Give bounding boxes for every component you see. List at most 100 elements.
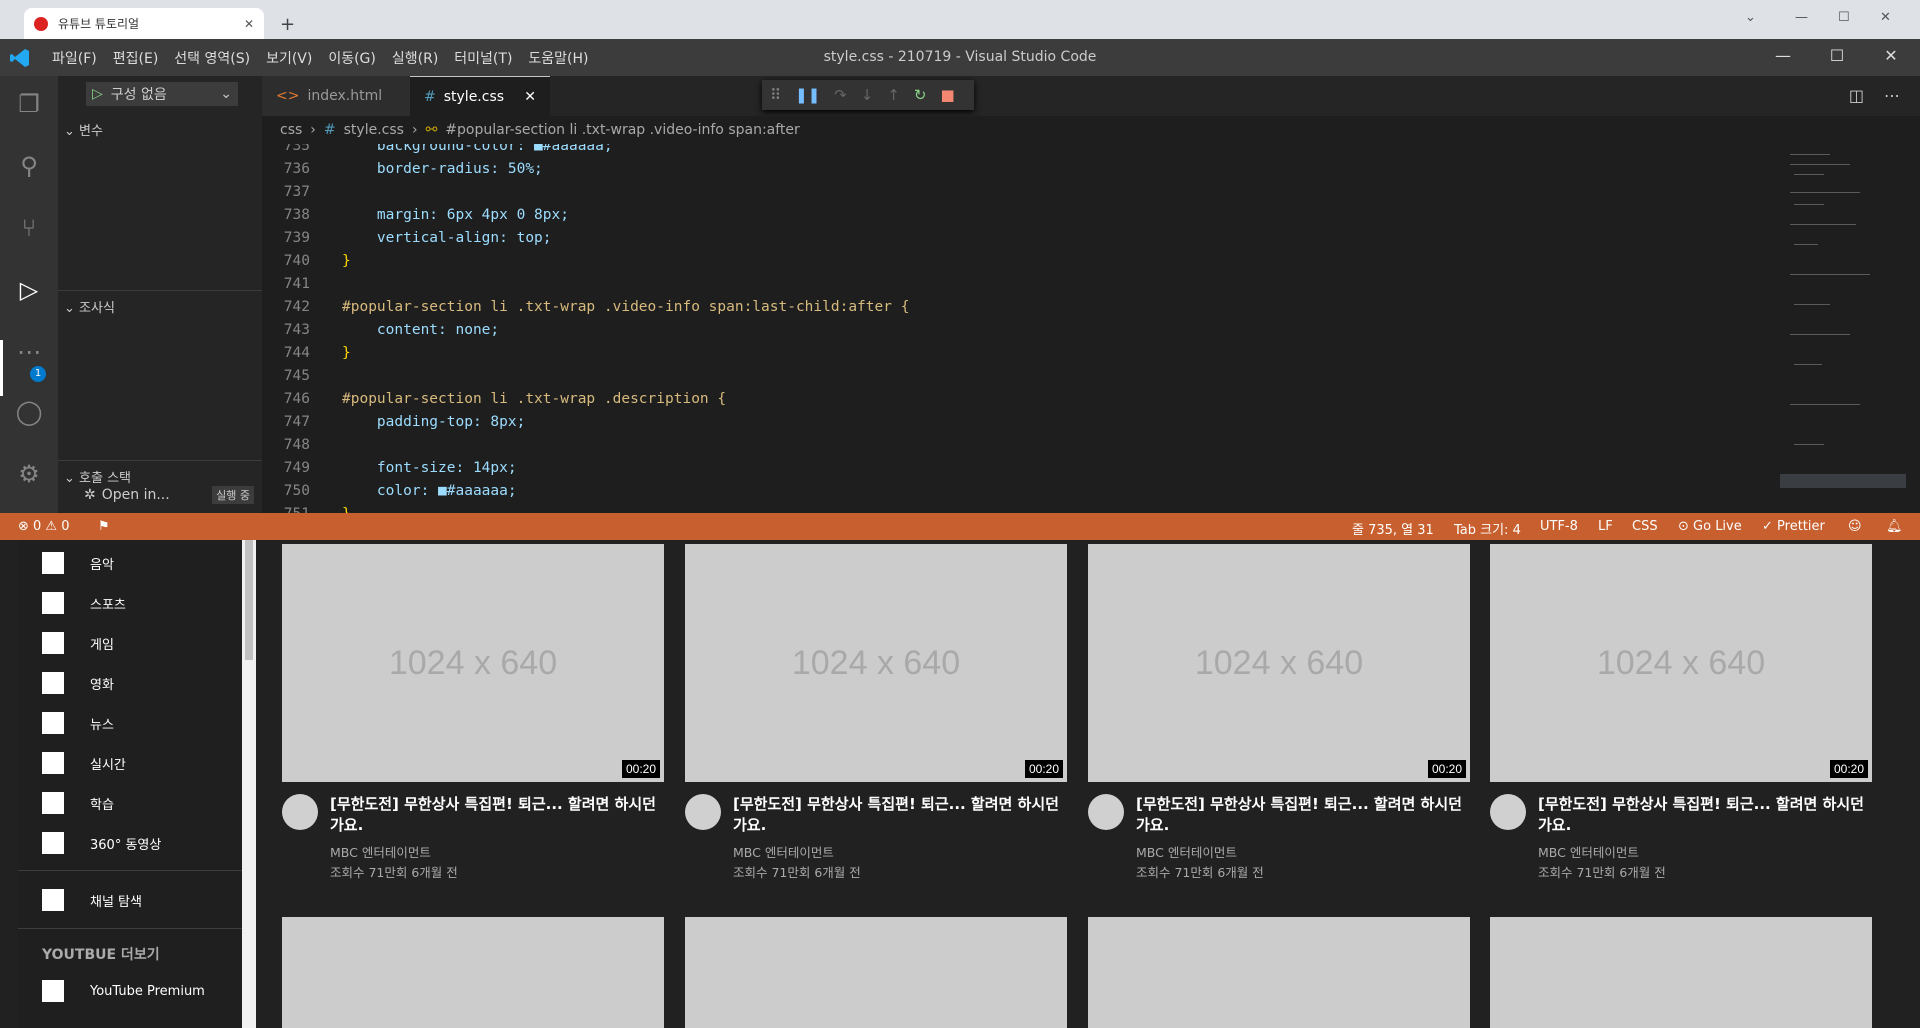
video-thumbnail[interactable]: 1024 x 640 00:20 bbox=[282, 544, 664, 782]
chevron-down-icon[interactable]: ⌄ bbox=[1745, 10, 1756, 25]
browser-tab-strip: 유튜브 튜토리얼 ✕ + ⌄ — ☐ ✕ bbox=[0, 0, 1920, 39]
channel-name[interactable]: MBC 엔터테이먼트 bbox=[330, 842, 431, 861]
sidebar-item-browse-channels[interactable]: 채널 탐색 bbox=[42, 887, 232, 913]
sidebar-item-sports[interactable]: 스포츠 bbox=[42, 590, 232, 616]
more-actions-icon[interactable]: ⋯ bbox=[1884, 86, 1900, 105]
prettier-status[interactable]: ✓ Prettier bbox=[1762, 519, 1825, 534]
channel-name[interactable]: MBC 엔터테이먼트 bbox=[1136, 842, 1237, 861]
video-card[interactable]: 1024 x 640 00:20 [무한도전] 무한상사 특집편! 퇴근... 할… bbox=[282, 544, 664, 880]
go-live-button[interactable]: ⊙ Go Live bbox=[1678, 519, 1742, 534]
video-meta: 조회수 71만회 6개월 전 bbox=[330, 865, 458, 880]
sports-icon bbox=[42, 592, 64, 614]
breadcrumb-symbol[interactable]: #popular-section li .txt-wrap .video-inf… bbox=[445, 122, 800, 138]
video-title[interactable]: [무한도전] 무한상사 특집편! 퇴근... 할려면 하시던가요. bbox=[733, 794, 1063, 836]
close-icon[interactable]: ✕ bbox=[244, 17, 254, 31]
video-title[interactable]: [무한도전] 무한상사 특집편! 퇴근... 할려면 하시던가요. bbox=[330, 794, 660, 836]
tab-label: style.css bbox=[443, 88, 505, 105]
css-icon: # bbox=[323, 122, 336, 138]
feedback-icon[interactable]: ☺ bbox=[1848, 519, 1862, 534]
line-number: 737 bbox=[283, 184, 310, 200]
close-window-icon[interactable]: ✕ bbox=[1880, 10, 1891, 25]
explorer-icon[interactable]: ❐ bbox=[14, 90, 44, 120]
video-thumbnail[interactable] bbox=[282, 917, 664, 1028]
channel-avatar[interactable] bbox=[1490, 794, 1526, 830]
debug-status-icon[interactable]: ⚑ bbox=[98, 519, 110, 534]
encoding[interactable]: UTF-8 bbox=[1540, 519, 1578, 534]
bell-icon[interactable]: 🔔︎ bbox=[1886, 519, 1903, 534]
sidebar-item-premium[interactable]: YouTube Premium bbox=[42, 978, 232, 1004]
drag-handle-icon[interactable]: ⠿ bbox=[770, 86, 781, 104]
maximize-icon[interactable]: ☐ bbox=[1822, 46, 1852, 65]
360-video-icon bbox=[42, 832, 64, 854]
code-text: #popular-section li .txt-wrap .descripti… bbox=[342, 391, 727, 407]
account-icon[interactable]: ◯ bbox=[14, 398, 44, 428]
learning-icon bbox=[42, 792, 64, 814]
sidebar-item-360[interactable]: 360° 동영상 bbox=[42, 830, 232, 856]
channel-avatar[interactable] bbox=[685, 794, 721, 830]
video-thumbnail[interactable] bbox=[1490, 917, 1872, 1028]
tab-size[interactable]: Tab 크기: 4 bbox=[1454, 519, 1521, 538]
stop-icon[interactable]: ■ bbox=[940, 86, 954, 104]
call-stack-section[interactable]: ⌄ 호출 스택 bbox=[58, 460, 262, 486]
language-mode[interactable]: CSS bbox=[1632, 519, 1658, 534]
video-thumbnail[interactable] bbox=[685, 917, 1067, 1028]
scrollbar-thumb[interactable] bbox=[245, 540, 253, 660]
video-thumbnail[interactable]: 1024 x 640 00:20 bbox=[1088, 544, 1470, 782]
video-thumbnail[interactable] bbox=[1088, 917, 1470, 1028]
tab-index-html[interactable]: <> index.html bbox=[262, 76, 410, 116]
video-card[interactable]: 1024 x 640 00:20 [무한도전] 무한상사 특집편! 퇴근... 할… bbox=[685, 544, 1067, 880]
sidebar-item-news[interactable]: 뉴스 bbox=[42, 710, 232, 736]
pause-icon[interactable]: ❚❚ bbox=[795, 86, 820, 104]
browser-tab[interactable]: 유튜브 튜토리얼 ✕ bbox=[24, 8, 264, 39]
sidebar-item-live[interactable]: 실시간 bbox=[42, 750, 232, 776]
minimap[interactable] bbox=[1780, 144, 1906, 513]
channel-avatar[interactable] bbox=[282, 794, 318, 830]
channel-avatar[interactable] bbox=[1088, 794, 1124, 830]
tab-style-css[interactable]: # style.css ✕ bbox=[410, 76, 550, 116]
more-icon[interactable]: ⋯ bbox=[14, 338, 44, 368]
channel-name[interactable]: MBC 엔터테이먼트 bbox=[733, 842, 834, 861]
maximize-icon[interactable]: ☐ bbox=[1838, 10, 1850, 25]
code-editor[interactable]: 735 background-color: ■#aaaaaa; 736 bord… bbox=[262, 144, 1920, 513]
problems-status[interactable]: ⊗ 0 ⚠ 0 bbox=[18, 519, 70, 534]
restart-icon[interactable]: ↻ bbox=[914, 86, 927, 104]
gaming-icon bbox=[42, 632, 64, 654]
minimize-icon[interactable]: — bbox=[1768, 46, 1798, 65]
line-number: 747 bbox=[283, 414, 310, 430]
close-window-icon[interactable]: ✕ bbox=[1876, 46, 1906, 65]
breadcrumb-folder[interactable]: css bbox=[280, 122, 302, 138]
video-title[interactable]: [무한도전] 무한상사 특집편! 퇴근... 할려면 하시던가요. bbox=[1136, 794, 1466, 836]
minimize-icon[interactable]: — bbox=[1795, 10, 1808, 25]
thumbnail-placeholder: 1024 x 640 bbox=[388, 643, 558, 682]
video-thumbnail[interactable]: 1024 x 640 00:20 bbox=[685, 544, 1067, 782]
sidebar-item-music[interactable]: 음악 bbox=[42, 550, 232, 576]
source-control-icon[interactable]: ⑂ bbox=[14, 214, 44, 244]
video-duration: 00:20 bbox=[1427, 760, 1466, 778]
new-tab-button[interactable]: + bbox=[280, 14, 295, 35]
channel-name[interactable]: MBC 엔터테이먼트 bbox=[1538, 842, 1639, 861]
run-config-select[interactable]: ▷ 구성 없음 ⌄ bbox=[86, 82, 238, 106]
watch-section[interactable]: ⌄ 조사식 bbox=[58, 290, 262, 316]
search-icon[interactable]: ⚲ bbox=[14, 152, 44, 182]
step-into-icon[interactable]: ↓ bbox=[861, 86, 874, 104]
split-editor-icon[interactable]: ◫ bbox=[1849, 86, 1864, 105]
gear-icon[interactable]: ⚙ bbox=[14, 460, 44, 490]
run-debug-icon[interactable]: ▷ bbox=[14, 276, 44, 306]
video-thumbnail[interactable]: 1024 x 640 00:20 bbox=[1490, 544, 1872, 782]
eol[interactable]: LF bbox=[1598, 519, 1613, 534]
sidebar-item-learning[interactable]: 학습 bbox=[42, 790, 232, 816]
sidebar-item-movies[interactable]: 영화 bbox=[42, 670, 232, 696]
video-title[interactable]: [무한도전] 무한상사 특집편! 퇴근... 할려면 하시던가요. bbox=[1538, 794, 1868, 836]
video-card[interactable]: 1024 x 640 00:20 [무한도전] 무한상사 특집편! 퇴근... 할… bbox=[1088, 544, 1470, 880]
step-out-icon[interactable]: ↑ bbox=[887, 86, 900, 104]
live-icon bbox=[42, 752, 64, 774]
step-over-icon[interactable]: ↷ bbox=[834, 86, 847, 104]
sidebar-item-gaming[interactable]: 게임 bbox=[42, 630, 232, 656]
video-card[interactable]: 1024 x 640 00:20 [무한도전] 무한상사 특집편! 퇴근... 할… bbox=[1490, 544, 1872, 880]
close-icon[interactable]: ✕ bbox=[524, 89, 536, 105]
cursor-position[interactable]: 줄 735, 열 31 bbox=[1352, 519, 1434, 538]
variables-section[interactable]: ⌄ 변수 bbox=[58, 120, 262, 139]
code-text: } bbox=[342, 253, 351, 269]
breadcrumb-file[interactable]: style.css bbox=[344, 122, 404, 138]
call-stack-item[interactable]: ✲ Open in... 실행 중 bbox=[58, 486, 262, 504]
